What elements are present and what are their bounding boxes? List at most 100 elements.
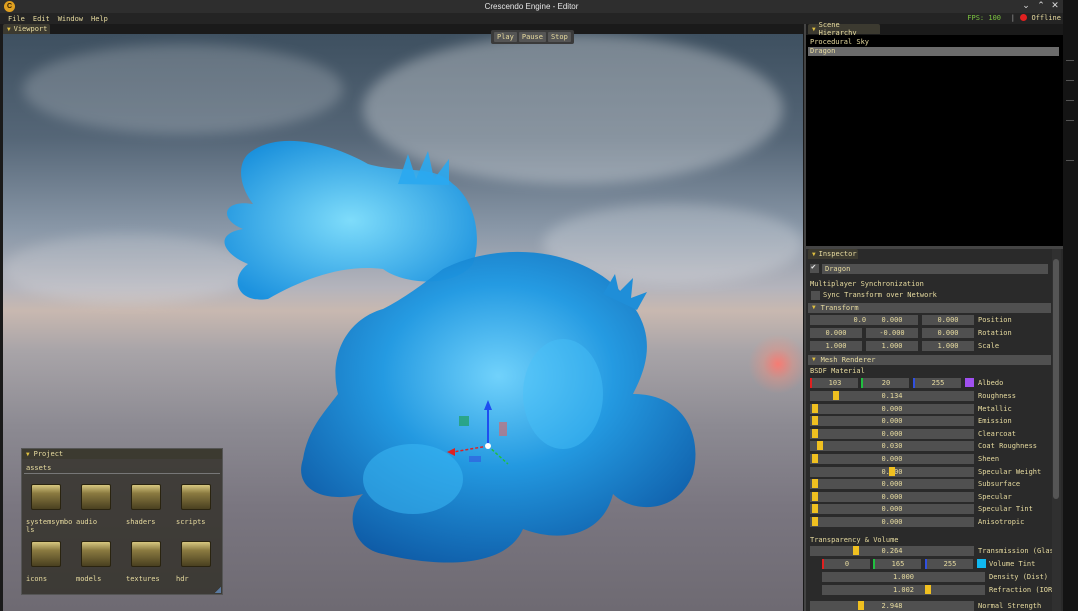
rotation-y-field[interactable]: -0.000 — [866, 328, 918, 338]
subsurface-slider[interactable]: 0.000 — [810, 479, 974, 489]
roughness-slider-knob[interactable] — [833, 391, 839, 400]
rotation-x-field[interactable]: 0.000 — [810, 328, 862, 338]
volume-tint-r-field[interactable]: 0 — [822, 559, 870, 569]
collapse-triangle-icon[interactable]: ▼ — [7, 26, 11, 33]
volume-tint-swatch[interactable] — [977, 559, 986, 568]
subsurface-label: Subsurface — [978, 480, 1021, 488]
tab-viewport[interactable]: ▼ Viewport — [3, 24, 50, 34]
object-name-input[interactable]: Dragon — [822, 264, 1048, 274]
rotation-z-field[interactable]: 0.000 — [922, 328, 974, 338]
tab-inspector-label: Inspector — [818, 250, 857, 258]
mesh-renderer-header-label: Mesh Renderer — [820, 356, 876, 364]
refraction-slider-knob[interactable] — [925, 585, 931, 594]
hierarchy-item-procedural-sky[interactable]: Procedural Sky — [808, 38, 1059, 47]
dragon-body — [301, 251, 696, 563]
tab-inspector[interactable]: ▼ Inspector — [808, 249, 858, 259]
menu-window[interactable]: Window — [54, 15, 87, 23]
clearcoat-slider-knob[interactable] — [812, 429, 818, 438]
emission-slider[interactable]: 0.000 — [810, 416, 974, 426]
play-button[interactable]: Play — [494, 32, 517, 42]
specular-slider-knob[interactable] — [812, 492, 818, 501]
subsurface-slider-knob[interactable] — [812, 479, 818, 488]
project-header[interactable]: ▼ Project — [22, 449, 222, 459]
position-y-field[interactable]: 0.000 — [866, 315, 918, 325]
specular-weight-slider-knob[interactable] — [889, 467, 895, 476]
resize-grip-icon[interactable] — [215, 587, 221, 593]
albedo-r-field[interactable]: 103 — [810, 378, 858, 388]
specular-slider[interactable]: 0.000 — [810, 492, 974, 502]
position-z-field[interactable]: 0.000 — [922, 315, 974, 325]
metallic-slider-knob[interactable] — [812, 404, 818, 413]
sync-transform-checkbox[interactable] — [811, 291, 820, 300]
folder-item[interactable]: shaders — [126, 484, 176, 526]
volume-tint-b-field[interactable]: 255 — [925, 559, 973, 569]
specular-tint-label: Specular Tint — [978, 505, 1033, 513]
folder-item[interactable]: hdr — [176, 541, 226, 583]
minimize-icon[interactable]: ⌄ — [1019, 0, 1033, 13]
albedo-g-field[interactable]: 20 — [861, 378, 909, 388]
collapse-triangle-icon[interactable]: ▼ — [812, 26, 816, 33]
sync-transform-label: Sync Transform over Network — [823, 291, 937, 299]
density-field[interactable]: 1.000 — [822, 572, 985, 582]
folder-item[interactable]: audio — [76, 484, 126, 526]
folder-label: scripts — [176, 518, 206, 526]
anisotropic-slider[interactable]: 0.000 — [810, 517, 974, 527]
specular-tint-slider[interactable]: 0.000 — [810, 504, 974, 514]
normal-strength-slider[interactable]: 2.948 — [810, 601, 974, 611]
sheen-slider-knob[interactable] — [812, 454, 818, 463]
folder-item[interactable]: scripts — [176, 484, 226, 526]
inspector-scrollbar-thumb[interactable] — [1053, 259, 1059, 499]
coat-roughness-slider[interactable]: 0.030 — [810, 441, 974, 451]
strip-mark — [1066, 100, 1074, 101]
window-title: Crescendo Engine - Editor — [484, 2, 579, 11]
specular-tint-slider-knob[interactable] — [812, 504, 818, 513]
close-icon[interactable]: ✕ — [1048, 0, 1062, 13]
sheen-slider[interactable]: 0.000 — [810, 454, 974, 464]
transform-header-label: Transform — [820, 304, 859, 312]
refraction-slider[interactable]: 1.002 — [822, 585, 985, 595]
scale-y-field[interactable]: 1.000 — [866, 341, 918, 351]
offline-dot-icon — [1020, 14, 1027, 21]
metallic-slider[interactable]: 0.000 — [810, 404, 974, 414]
coat-roughness-slider-knob[interactable] — [817, 441, 823, 450]
hierarchy-item-dragon[interactable]: Dragon — [808, 47, 1059, 56]
anisotropic-label: Anisotropic — [978, 518, 1025, 526]
mesh-renderer-section-header[interactable]: ▼ Mesh Renderer — [808, 355, 1051, 365]
menu-help[interactable]: Help — [87, 15, 112, 23]
stop-button[interactable]: Stop — [547, 32, 571, 42]
maximize-icon[interactable]: ⌃ — [1034, 0, 1048, 13]
active-checkbox[interactable] — [810, 262, 819, 273]
pause-button[interactable]: Pause — [518, 32, 546, 42]
folder-item[interactable]: icons — [26, 541, 76, 583]
volume-tint-g-field[interactable]: 165 — [873, 559, 921, 569]
density-label: Density (Dist) — [989, 573, 1049, 581]
menu-file[interactable]: File — [4, 15, 29, 23]
tab-scene-hierarchy[interactable]: ▼ Scene Hierarchy — [808, 21, 880, 37]
folder-item[interactable]: textures — [126, 541, 176, 583]
transmission-slider-knob[interactable] — [853, 546, 859, 555]
project-path[interactable]: assets — [26, 464, 51, 472]
folder-icon — [81, 541, 111, 567]
normal-strength-slider-knob[interactable] — [858, 601, 864, 610]
albedo-b-field[interactable]: 255 — [913, 378, 961, 388]
albedo-swatch[interactable] — [965, 378, 974, 387]
folder-item[interactable]: models — [76, 541, 126, 583]
desktop-side-strip — [1063, 0, 1078, 611]
folder-item[interactable]: systemsymbo ls — [26, 484, 76, 534]
anisotropic-slider-knob[interactable] — [812, 517, 818, 526]
scale-z-field[interactable]: 1.000 — [922, 341, 974, 351]
strip-mark — [1066, 160, 1074, 161]
specular-label: Specular — [978, 493, 1012, 501]
status-separator: | — [1010, 14, 1015, 22]
collapse-triangle-icon[interactable]: ▼ — [26, 451, 30, 458]
clearcoat-slider[interactable]: 0.000 — [810, 429, 974, 439]
emission-slider-knob[interactable] — [812, 416, 818, 425]
transmission-slider[interactable]: 0.264 — [810, 546, 974, 556]
coat-roughness-label: Coat Roughness — [978, 442, 1038, 450]
folder-label: textures — [126, 575, 160, 583]
menu-edit[interactable]: Edit — [29, 15, 54, 23]
transform-section-header[interactable]: ▼ Transform — [808, 303, 1051, 313]
scale-x-field[interactable]: 1.000 — [810, 341, 862, 351]
collapse-triangle-icon[interactable]: ▼ — [812, 251, 816, 258]
rotation-label: Rotation — [978, 329, 1012, 337]
